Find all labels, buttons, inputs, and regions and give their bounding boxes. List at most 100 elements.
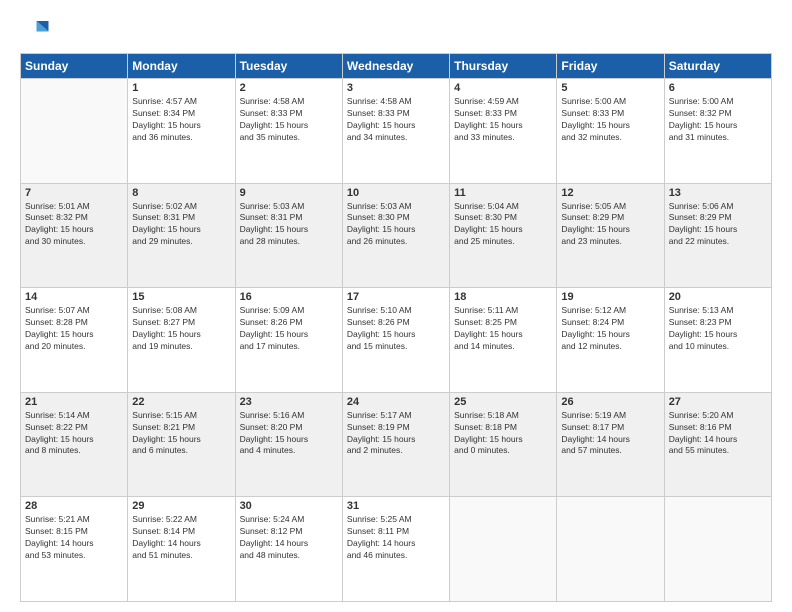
calendar-day-cell: 4 Sunrise: 4:59 AMSunset: 8:33 PMDaylight… (450, 79, 557, 184)
calendar-day-cell: 6 Sunrise: 5:00 AMSunset: 8:32 PMDaylight… (664, 79, 771, 184)
day-info: Sunrise: 5:08 AMSunset: 8:27 PMDaylight:… (132, 305, 230, 353)
calendar-week-row: 14 Sunrise: 5:07 AMSunset: 8:28 PMDayligh… (21, 288, 772, 393)
page: SundayMondayTuesdayWednesdayThursdayFrid… (0, 0, 792, 612)
day-info: Sunrise: 5:04 AMSunset: 8:30 PMDaylight:… (454, 201, 552, 249)
calendar-day-cell (21, 79, 128, 184)
calendar-day-header: Tuesday (235, 54, 342, 79)
calendar-day-cell: 16Sunrise: 5:09 AMSunset: 8:26 PMDayligh… (235, 288, 342, 393)
calendar-day-cell: 24Sunrise: 5:17 AMSunset: 8:19 PMDayligh… (342, 392, 449, 497)
day-info: Sunrise: 5:05 AMSunset: 8:29 PMDaylight:… (561, 201, 659, 249)
day-number: 29 (132, 500, 230, 512)
calendar-day-cell: 5 Sunrise: 5:00 AMSunset: 8:33 PMDaylight… (557, 79, 664, 184)
day-info: Sunrise: 5:17 AMSunset: 8:19 PMDaylight:… (347, 410, 445, 458)
logo-icon (20, 15, 50, 45)
calendar-day-cell: 12Sunrise: 5:05 AMSunset: 8:29 PMDayligh… (557, 183, 664, 288)
day-number: 15 (132, 291, 230, 303)
day-info: Sunrise: 5:13 AMSunset: 8:23 PMDaylight:… (669, 305, 767, 353)
day-info: Sunrise: 4:58 AMSunset: 8:33 PMDaylight:… (240, 96, 338, 144)
day-info: Sunrise: 4:58 AMSunset: 8:33 PMDaylight:… (347, 96, 445, 144)
calendar-day-cell: 23Sunrise: 5:16 AMSunset: 8:20 PMDayligh… (235, 392, 342, 497)
day-number: 20 (669, 291, 767, 303)
calendar-day-header: Friday (557, 54, 664, 79)
day-info: Sunrise: 5:07 AMSunset: 8:28 PMDaylight:… (25, 305, 123, 353)
day-info: Sunrise: 5:22 AMSunset: 8:14 PMDaylight:… (132, 514, 230, 562)
day-info: Sunrise: 4:57 AMSunset: 8:34 PMDaylight:… (132, 96, 230, 144)
day-info: Sunrise: 5:24 AMSunset: 8:12 PMDaylight:… (240, 514, 338, 562)
day-info: Sunrise: 5:10 AMSunset: 8:26 PMDaylight:… (347, 305, 445, 353)
day-info: Sunrise: 5:18 AMSunset: 8:18 PMDaylight:… (454, 410, 552, 458)
calendar-week-row: 28 Sunrise: 5:21 AMSunset: 8:15 PMDayligh… (21, 497, 772, 602)
day-number: 6 (669, 82, 767, 94)
day-info: Sunrise: 5:25 AMSunset: 8:11 PMDaylight:… (347, 514, 445, 562)
day-info: Sunrise: 5:20 AMSunset: 8:16 PMDaylight:… (669, 410, 767, 458)
day-number: 26 (561, 396, 659, 408)
day-info: Sunrise: 5:14 AMSunset: 8:22 PMDaylight:… (25, 410, 123, 458)
day-number: 28 (25, 500, 123, 512)
day-number: 21 (25, 396, 123, 408)
calendar-day-cell: 11 Sunrise: 5:04 AMSunset: 8:30 PMDayligh… (450, 183, 557, 288)
day-number: 1 (132, 82, 230, 94)
day-info: Sunrise: 5:16 AMSunset: 8:20 PMDaylight:… (240, 410, 338, 458)
calendar-week-row: 1 Sunrise: 4:57 AMSunset: 8:34 PMDaylight… (21, 79, 772, 184)
day-number: 13 (669, 187, 767, 199)
day-number: 5 (561, 82, 659, 94)
day-info: Sunrise: 5:03 AMSunset: 8:30 PMDaylight:… (347, 201, 445, 249)
calendar-day-cell: 20 Sunrise: 5:13 AMSunset: 8:23 PMDayligh… (664, 288, 771, 393)
day-info: Sunrise: 5:15 AMSunset: 8:21 PMDaylight:… (132, 410, 230, 458)
calendar-day-cell: 25 Sunrise: 5:18 AMSunset: 8:18 PMDayligh… (450, 392, 557, 497)
day-info: Sunrise: 5:00 AMSunset: 8:33 PMDaylight:… (561, 96, 659, 144)
day-number: 3 (347, 82, 445, 94)
day-number: 4 (454, 82, 552, 94)
day-number: 11 (454, 187, 552, 199)
day-number: 31 (347, 500, 445, 512)
day-number: 19 (561, 291, 659, 303)
day-number: 30 (240, 500, 338, 512)
calendar-header-row: SundayMondayTuesdayWednesdayThursdayFrid… (21, 54, 772, 79)
calendar-day-cell: 10 Sunrise: 5:03 AMSunset: 8:30 PMDayligh… (342, 183, 449, 288)
calendar-day-cell: 21 Sunrise: 5:14 AMSunset: 8:22 PMDayligh… (21, 392, 128, 497)
calendar-day-header: Saturday (664, 54, 771, 79)
day-number: 25 (454, 396, 552, 408)
day-number: 17 (347, 291, 445, 303)
day-number: 22 (132, 396, 230, 408)
day-info: Sunrise: 5:12 AMSunset: 8:24 PMDaylight:… (561, 305, 659, 353)
calendar-day-cell: 7Sunrise: 5:01 AMSunset: 8:32 PMDaylight… (21, 183, 128, 288)
calendar-table: SundayMondayTuesdayWednesdayThursdayFrid… (20, 53, 772, 602)
calendar-day-cell: 15 Sunrise: 5:08 AMSunset: 8:27 PMDayligh… (128, 288, 235, 393)
day-number: 27 (669, 396, 767, 408)
calendar-day-cell: 27 Sunrise: 5:20 AMSunset: 8:16 PMDayligh… (664, 392, 771, 497)
day-info: Sunrise: 5:03 AMSunset: 8:31 PMDaylight:… (240, 201, 338, 249)
day-number: 2 (240, 82, 338, 94)
calendar-day-header: Wednesday (342, 54, 449, 79)
day-info: Sunrise: 5:06 AMSunset: 8:29 PMDaylight:… (669, 201, 767, 249)
calendar-day-cell: 1 Sunrise: 4:57 AMSunset: 8:34 PMDaylight… (128, 79, 235, 184)
calendar-day-cell: 14 Sunrise: 5:07 AMSunset: 8:28 PMDayligh… (21, 288, 128, 393)
day-number: 9 (240, 187, 338, 199)
calendar-day-cell: 31 Sunrise: 5:25 AMSunset: 8:11 PMDayligh… (342, 497, 449, 602)
calendar-day-cell: 8Sunrise: 5:02 AMSunset: 8:31 PMDaylight… (128, 183, 235, 288)
calendar-day-cell (557, 497, 664, 602)
calendar-day-header: Sunday (21, 54, 128, 79)
day-info: Sunrise: 5:11 AMSunset: 8:25 PMDaylight:… (454, 305, 552, 353)
calendar-day-cell: 9 Sunrise: 5:03 AMSunset: 8:31 PMDaylight… (235, 183, 342, 288)
day-info: Sunrise: 5:00 AMSunset: 8:32 PMDaylight:… (669, 96, 767, 144)
calendar-day-cell: 17 Sunrise: 5:10 AMSunset: 8:26 PMDayligh… (342, 288, 449, 393)
day-info: Sunrise: 4:59 AMSunset: 8:33 PMDaylight:… (454, 96, 552, 144)
calendar-day-header: Monday (128, 54, 235, 79)
logo (20, 15, 54, 45)
day-info: Sunrise: 5:21 AMSunset: 8:15 PMDaylight:… (25, 514, 123, 562)
calendar-week-row: 7Sunrise: 5:01 AMSunset: 8:32 PMDaylight… (21, 183, 772, 288)
day-number: 8 (132, 187, 230, 199)
calendar-day-cell: 2 Sunrise: 4:58 AMSunset: 8:33 PMDaylight… (235, 79, 342, 184)
calendar-day-cell (450, 497, 557, 602)
calendar-week-row: 21 Sunrise: 5:14 AMSunset: 8:22 PMDayligh… (21, 392, 772, 497)
day-number: 10 (347, 187, 445, 199)
day-number: 14 (25, 291, 123, 303)
calendar-day-cell: 19 Sunrise: 5:12 AMSunset: 8:24 PMDayligh… (557, 288, 664, 393)
day-number: 18 (454, 291, 552, 303)
header (20, 15, 772, 45)
calendar-day-cell: 22 Sunrise: 5:15 AMSunset: 8:21 PMDayligh… (128, 392, 235, 497)
calendar-day-cell: 26Sunrise: 5:19 AMSunset: 8:17 PMDayligh… (557, 392, 664, 497)
calendar-day-cell: 30 Sunrise: 5:24 AMSunset: 8:12 PMDayligh… (235, 497, 342, 602)
calendar-day-cell: 29 Sunrise: 5:22 AMSunset: 8:14 PMDayligh… (128, 497, 235, 602)
